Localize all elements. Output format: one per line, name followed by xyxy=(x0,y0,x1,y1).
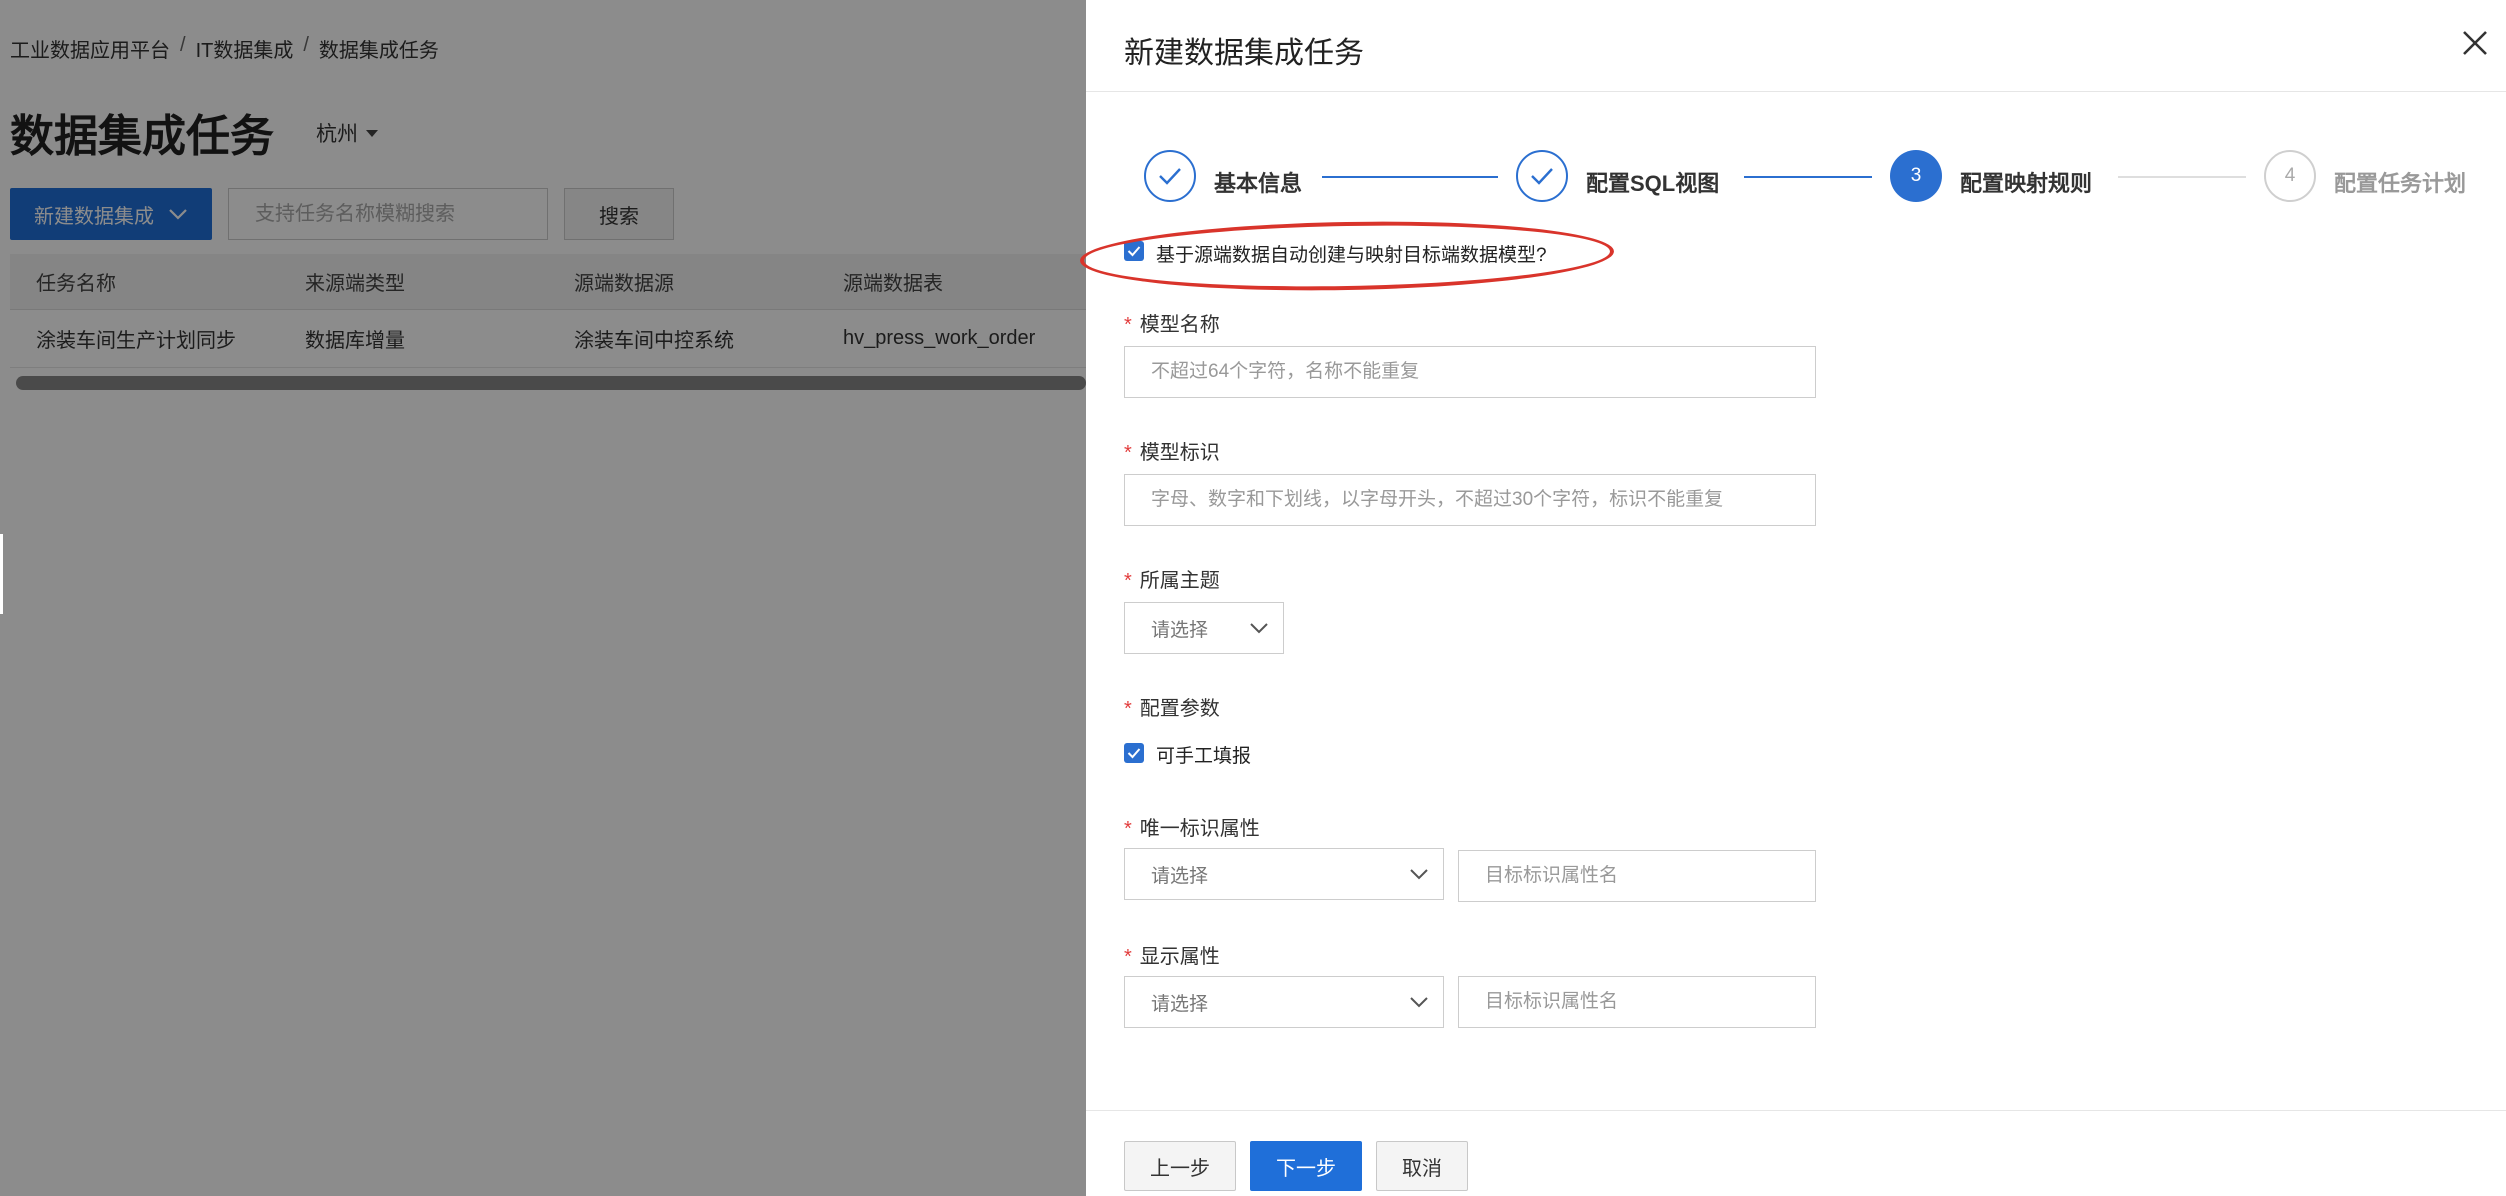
required-mark: * xyxy=(1124,818,1132,840)
chevron-down-icon xyxy=(1250,623,1268,634)
step-1-check-icon xyxy=(1144,150,1196,202)
chevron-down-icon xyxy=(1410,997,1428,1008)
model-id-label-text: 模型标识 xyxy=(1139,442,1220,464)
display-attr-target-input[interactable] xyxy=(1458,976,1816,1028)
modal-mask[interactable] xyxy=(0,0,1086,1196)
step-4-label: 配置任务计划 xyxy=(2334,171,2467,196)
step-2-check-icon xyxy=(1516,150,1568,202)
unique-attr-select-value: 请选择 xyxy=(1151,865,1209,887)
step-2-label: 配置SQL视图 xyxy=(1586,171,1720,196)
step-3-number: 3 xyxy=(1890,150,1942,202)
topic-label-text: 所属主题 xyxy=(1139,570,1220,592)
display-attr-label-text: 显示属性 xyxy=(1139,946,1220,968)
prev-step-button[interactable]: 上一步 xyxy=(1124,1141,1236,1191)
topic-label: * 所属主题 xyxy=(1124,564,1220,593)
model-id-label: * 模型标识 xyxy=(1124,436,1220,465)
required-mark: * xyxy=(1124,442,1132,464)
new-task-drawer: 新建数据集成任务 基本信息 配置SQL视图 3 配置映射规则 4 配置任务计划 … xyxy=(1079,0,2506,1196)
drawer-title: 新建数据集成任务 xyxy=(1124,37,1364,70)
drawer-header: 新建数据集成任务 xyxy=(1086,0,2506,92)
display-attr-label: * 显示属性 xyxy=(1124,940,1220,969)
manual-fill-label[interactable]: 可手工填报 xyxy=(1156,741,1251,768)
step-connector xyxy=(1744,176,1872,178)
unique-attr-select[interactable]: 请选择 xyxy=(1124,848,1444,900)
display-attr-select[interactable]: 请选择 xyxy=(1124,976,1444,1028)
topic-select-value: 请选择 xyxy=(1151,619,1209,641)
close-icon[interactable] xyxy=(2460,28,2490,58)
step-indicator: 基本信息 配置SQL视图 3 配置映射规则 4 配置任务计划 xyxy=(1086,150,2506,210)
cancel-button[interactable]: 取消 xyxy=(1376,1141,1468,1191)
required-mark: * xyxy=(1124,314,1132,336)
annotation-ellipse xyxy=(1079,217,1615,295)
checkmark-icon xyxy=(1127,748,1141,759)
required-mark: * xyxy=(1124,570,1132,592)
unique-attr-label: * 唯一标识属性 xyxy=(1124,812,1260,841)
model-name-input[interactable] xyxy=(1124,346,1816,398)
unique-attr-target-input[interactable] xyxy=(1458,850,1816,902)
model-name-label: * 模型名称 xyxy=(1124,308,1220,337)
required-mark: * xyxy=(1124,946,1132,968)
model-name-label-text: 模型名称 xyxy=(1139,314,1220,336)
step-1-label: 基本信息 xyxy=(1214,171,1303,196)
required-mark: * xyxy=(1124,698,1132,720)
chevron-down-icon xyxy=(1410,869,1428,880)
config-params-label-text: 配置参数 xyxy=(1139,698,1220,720)
manual-fill-checkbox[interactable] xyxy=(1124,743,1144,763)
display-attr-select-value: 请选择 xyxy=(1151,993,1209,1015)
step-4-number: 4 xyxy=(2264,150,2316,202)
model-id-input[interactable] xyxy=(1124,474,1816,526)
step-connector xyxy=(1322,176,1498,178)
next-step-button[interactable]: 下一步 xyxy=(1250,1141,1362,1191)
step-3-label: 配置映射规则 xyxy=(1960,171,2093,196)
unique-attr-label-text: 唯一标识属性 xyxy=(1139,818,1260,840)
edge-indicator xyxy=(0,534,3,614)
step-connector xyxy=(2118,176,2246,178)
config-params-label: * 配置参数 xyxy=(1124,692,1220,721)
drawer-footer: 上一步 下一步 取消 xyxy=(1086,1110,2506,1196)
topic-select[interactable]: 请选择 xyxy=(1124,602,1284,654)
